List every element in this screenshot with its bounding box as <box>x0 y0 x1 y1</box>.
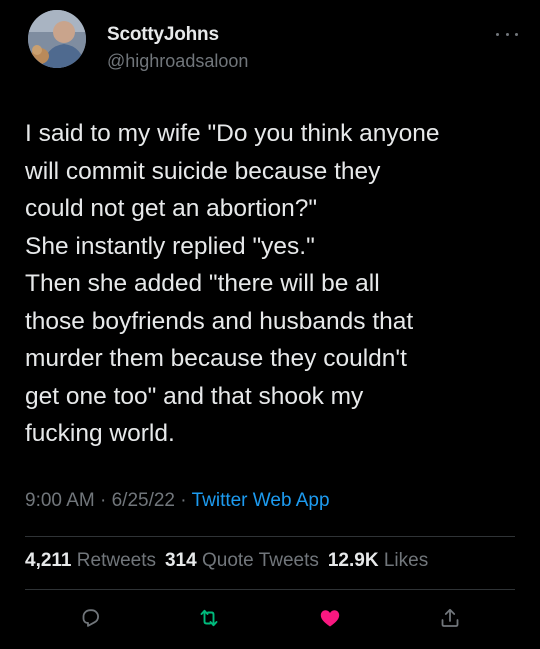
retweets-count: 4,211 <box>25 550 72 571</box>
tweet-text-line: I said to my wife "Do you think anyone <box>25 120 440 147</box>
heart-icon[interactable] <box>314 602 346 634</box>
user-handle[interactable]: @highroadsaloon <box>107 51 248 72</box>
tweet-text-line: fucking world. <box>25 420 175 447</box>
retweet-icon[interactable] <box>193 602 225 634</box>
divider <box>25 536 515 537</box>
likes-label: Likes <box>383 550 429 571</box>
tweet-source-link[interactable]: Twitter Web App <box>192 490 330 511</box>
tweet-text-line: will commit suicide because they <box>25 157 381 185</box>
avatar-photo <box>28 10 86 68</box>
display-name[interactable]: ScottyJohns <box>107 24 219 46</box>
quote-tweets-count: 314 <box>164 550 197 571</box>
likes-stat[interactable]: 12.9K Likes <box>328 550 428 571</box>
quote-tweets-stat[interactable]: 314 Quote Tweets <box>165 550 319 571</box>
dot <box>515 32 518 36</box>
likes-count: 12.9K <box>327 550 379 571</box>
tweet: ScottyJohns @highroadsaloon I said to my… <box>0 0 540 649</box>
meta-separator: · <box>180 490 187 511</box>
tweet-date[interactable]: 6/25/22 <box>112 490 175 511</box>
tweet-meta: 9:00 AM · 6/25/22 · Twitter Web App <box>25 490 330 512</box>
dot <box>496 32 499 36</box>
retweets-stat[interactable]: 4,211 Retweets <box>25 550 156 571</box>
reply-icon[interactable] <box>74 602 106 634</box>
tweet-text-line: She instantly replied "yes." <box>25 232 315 260</box>
avatar[interactable] <box>28 10 86 68</box>
more-dots-icon[interactable] <box>496 30 518 38</box>
share-icon[interactable] <box>434 602 466 634</box>
dot <box>505 32 509 36</box>
tweet-actions <box>0 602 540 638</box>
tweet-text-line: Then she added "there will be all <box>25 270 380 297</box>
meta-separator: · <box>100 490 107 511</box>
tweet-text-line: those boyfriends and husbands that <box>25 307 414 335</box>
divider <box>25 589 515 590</box>
retweets-label: Retweets <box>76 550 156 571</box>
tweet-text-line: could not get an abortion?" <box>25 195 318 222</box>
tweet-text-line: murder them because they couldn't <box>25 345 407 372</box>
tweet-time[interactable]: 9:00 AM <box>25 490 95 511</box>
tweet-text-line: get one too" and that shook my <box>25 382 364 410</box>
tweet-text: I said to my wife "Do you think anyone w… <box>25 115 530 453</box>
quote-tweets-label: Quote Tweets <box>201 550 319 571</box>
tweet-stats: 4,211 Retweets 314 Quote Tweets 12.9K Like… <box>25 550 428 572</box>
